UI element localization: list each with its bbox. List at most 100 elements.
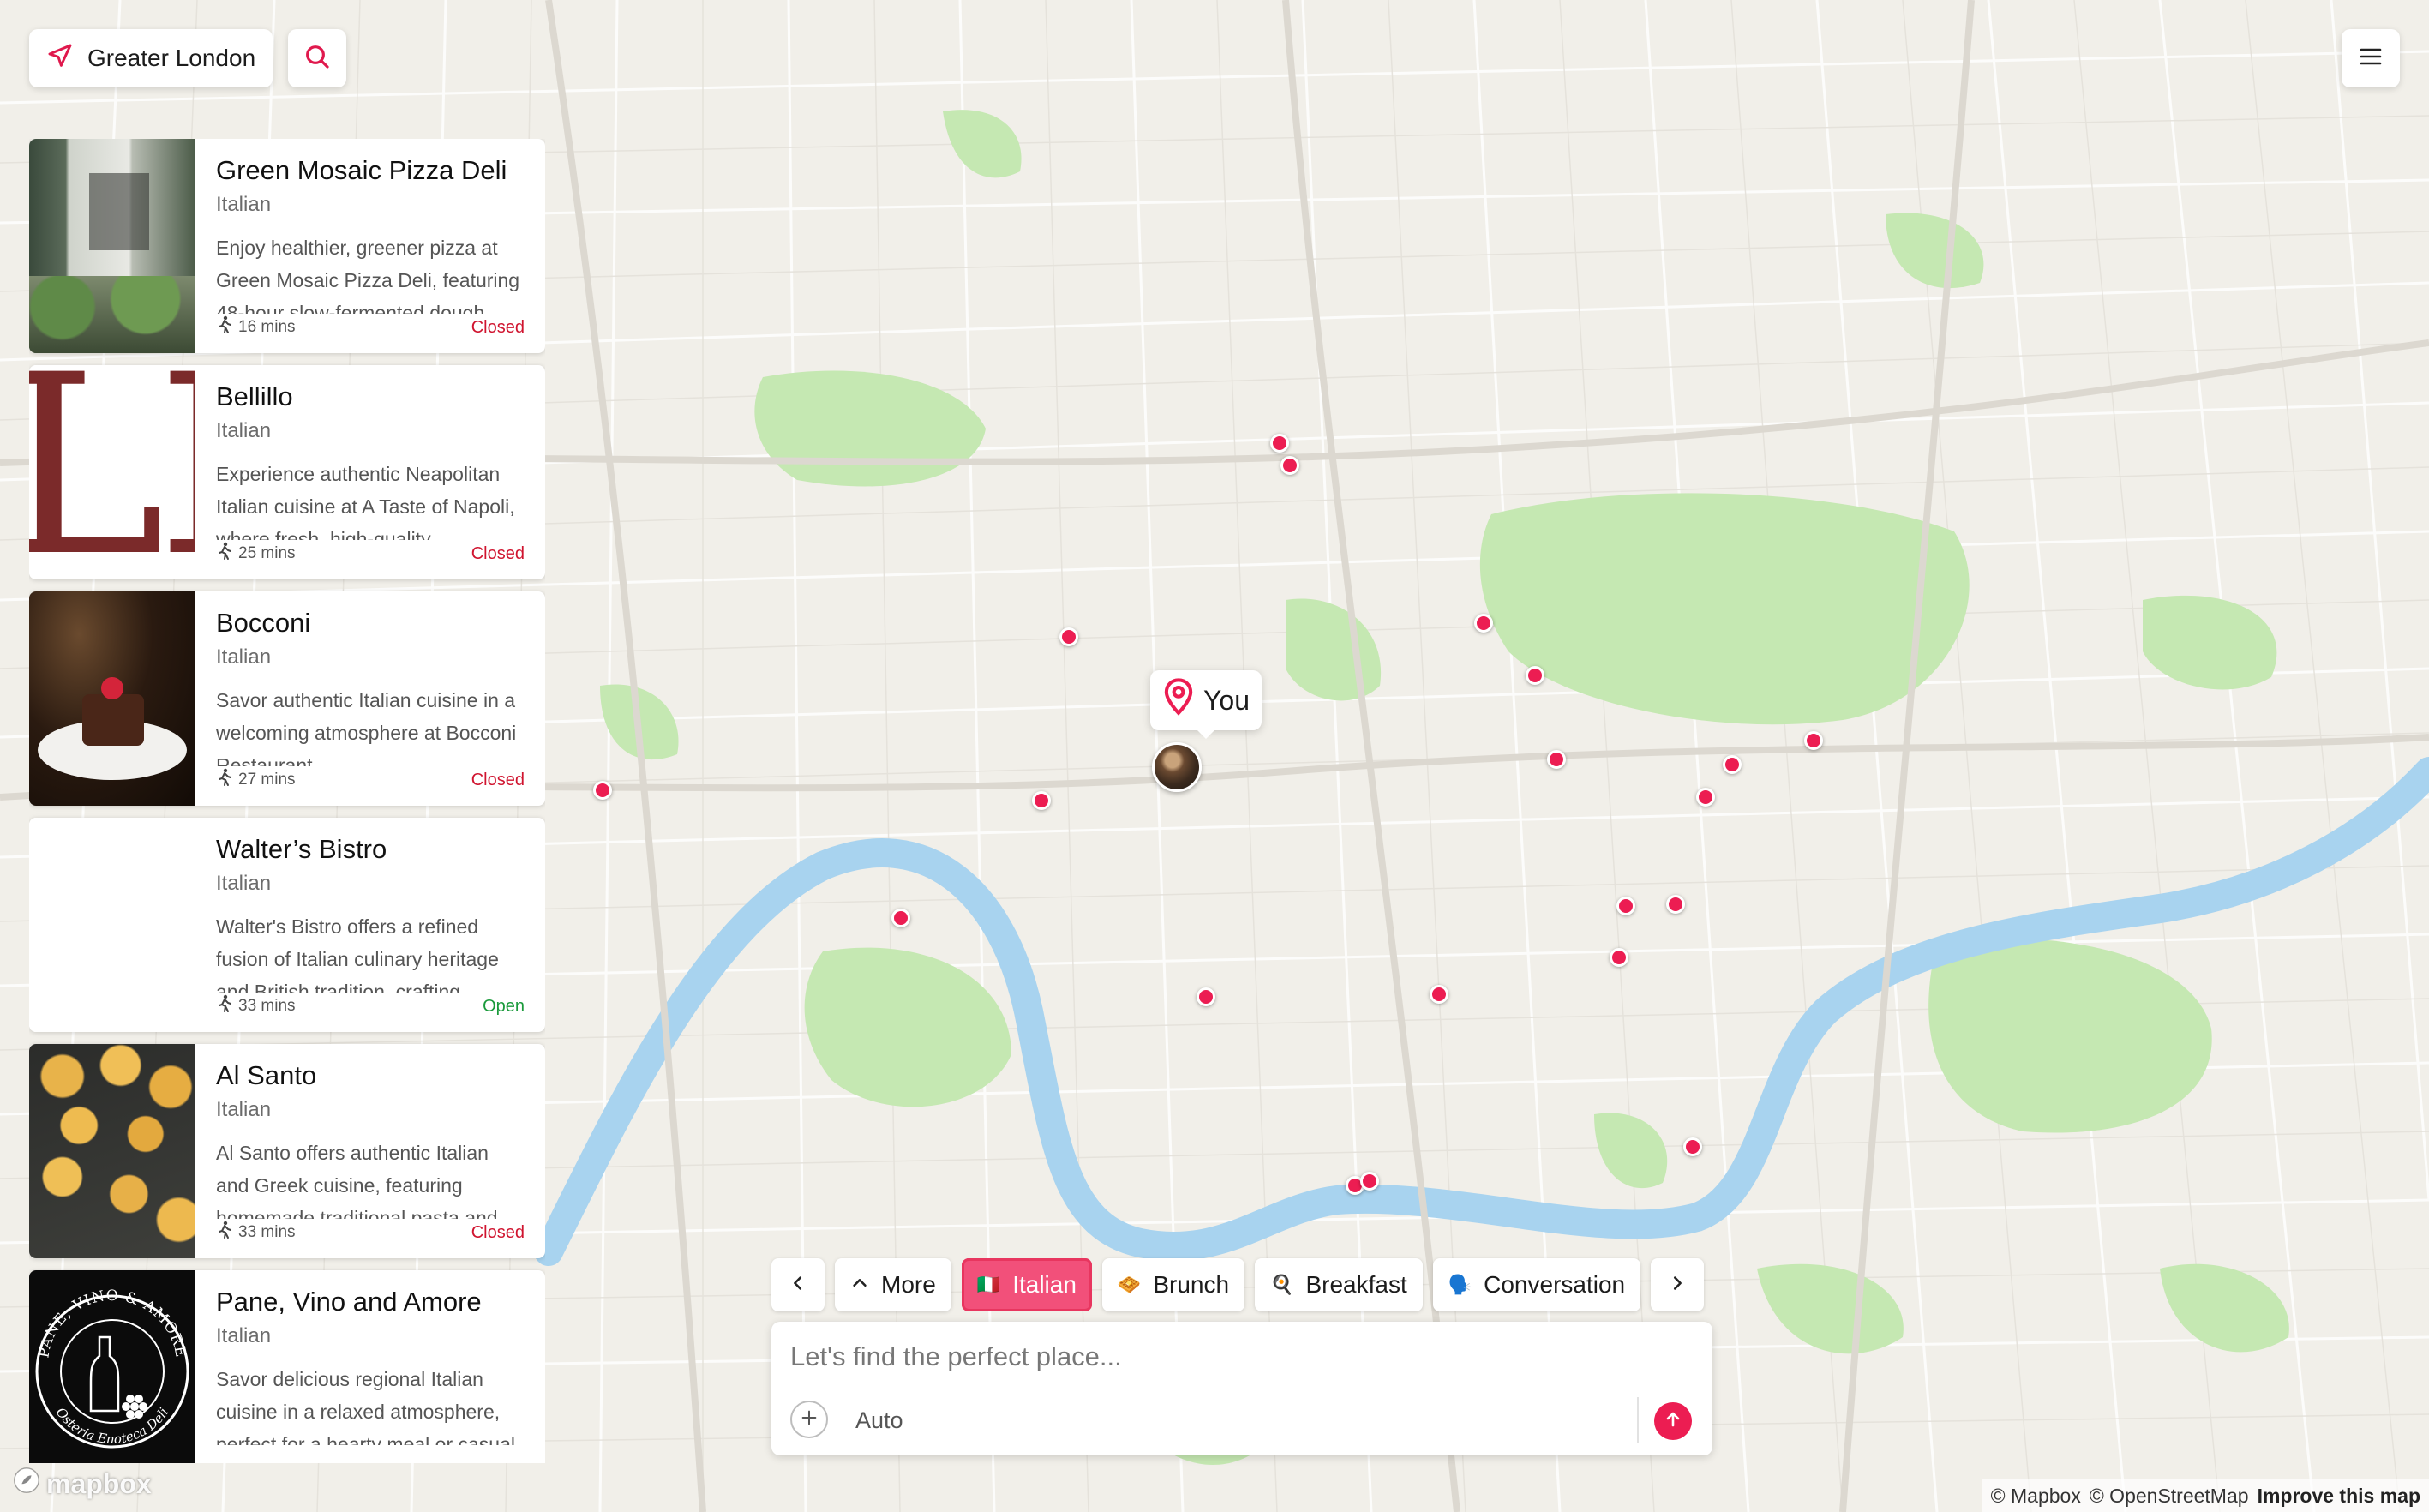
- map-attribution: © Mapbox © OpenStreetMap Improve this ma…: [1982, 1479, 2429, 1512]
- category-label: Italian: [1012, 1271, 1077, 1298]
- restaurant-description: Enjoy healthier, greener pizza at Green …: [216, 236, 520, 314]
- restaurant-name: Al Santo: [216, 1060, 317, 1090]
- category-label: Conversation: [1484, 1271, 1626, 1298]
- results-list[interactable]: Green Mosaic Pizza Deli Italian Enjoy he…: [29, 139, 545, 1463]
- you-marker-label: You: [1150, 670, 1262, 739]
- restaurant-map-pin[interactable]: [1360, 1172, 1379, 1191]
- restaurant-photo-placeholder: [29, 818, 195, 1032]
- open-status: Closed: [471, 543, 525, 563]
- bellillo-logo-letters: LI: [29, 365, 195, 579]
- chevron-left-icon: [789, 1271, 807, 1299]
- walking-person-icon: [216, 994, 233, 1018]
- mode-selector[interactable]: Auto: [855, 1407, 903, 1434]
- category-chip-brunch[interactable]: 🧇 Brunch: [1101, 1258, 1245, 1311]
- restaurant-map-pin[interactable]: [891, 909, 910, 927]
- osm-credit-link[interactable]: © OpenStreetMap: [2090, 1485, 2249, 1508]
- restaurant-description: Savor authentic Italian cuisine in a wel…: [216, 688, 517, 766]
- result-card[interactable]: Green Mosaic Pizza Deli Italian Enjoy he…: [29, 139, 545, 353]
- mapbox-wordmark: mapbox: [46, 1467, 152, 1499]
- restaurant-map-pin[interactable]: [1547, 750, 1566, 769]
- navigation-arrow-icon: [46, 42, 74, 75]
- chevron-up-icon: [850, 1271, 869, 1299]
- pane-vino-ring-top: PANE, VINO & AMORE: [35, 1287, 188, 1359]
- mapbox-icon: [12, 1466, 41, 1502]
- card-footer: 33 mins Open: [216, 994, 525, 1018]
- open-status: Closed: [471, 317, 525, 337]
- restaurant-name: Bocconi: [216, 608, 311, 638]
- restaurant-category: Italian: [216, 1324, 272, 1348]
- restaurant-map-pin[interactable]: [1032, 791, 1051, 810]
- open-status: Closed: [471, 1222, 525, 1242]
- walking-person-icon: [216, 542, 233, 566]
- card-footer: 25 mins Closed: [216, 542, 525, 566]
- result-card[interactable]: LI Bellillo Italian Experience authentic…: [29, 365, 545, 579]
- open-status: Closed: [471, 770, 525, 789]
- result-card[interactable]: Walter’s Bistro Italian Walter's Bistro …: [29, 818, 545, 1032]
- scroll-right-button[interactable]: [1651, 1258, 1705, 1311]
- restaurant-map-pin[interactable]: [1059, 627, 1078, 646]
- restaurant-map-pin[interactable]: [1804, 731, 1823, 750]
- prompt-input[interactable]: [790, 1335, 1682, 1378]
- restaurant-map-pin[interactable]: [1430, 985, 1448, 1004]
- location-pin-icon: [1162, 678, 1195, 723]
- mapbox-credit-link[interactable]: © Mapbox: [1991, 1485, 2081, 1508]
- category-bar: More 🇮🇹 Italian 🧇 Brunch 🍳 Breakfast 🗣️ …: [771, 1258, 1705, 1311]
- restaurant-map-pin[interactable]: [1526, 666, 1544, 685]
- chevron-right-icon: [1668, 1271, 1687, 1299]
- frying-pan-icon: 🍳: [1270, 1274, 1294, 1295]
- restaurant-map-pin[interactable]: [1280, 456, 1299, 475]
- user-avatar[interactable]: [1152, 742, 1202, 792]
- restaurant-description: Savor delicious regional Italian cuisine…: [216, 1367, 515, 1445]
- send-button[interactable]: [1654, 1402, 1692, 1440]
- add-attachment-button[interactable]: [790, 1401, 828, 1438]
- more-categories-button[interactable]: More: [835, 1258, 951, 1311]
- restaurant-name: Pane, Vino and Amore: [216, 1287, 482, 1317]
- category-chip-breakfast[interactable]: 🍳 Breakfast: [1255, 1258, 1423, 1311]
- restaurant-map-pin[interactable]: [1696, 788, 1715, 807]
- restaurant-map-pin[interactable]: [1616, 897, 1635, 915]
- walk-time: 33 mins: [238, 1223, 296, 1241]
- restaurant-map-pin[interactable]: [1270, 434, 1289, 453]
- improve-map-link[interactable]: Improve this map: [2258, 1485, 2420, 1508]
- result-card[interactable]: PANE, VINO & AMORE Osteria Enoteca Deli …: [29, 1270, 545, 1463]
- category-chip-conversation[interactable]: 🗣️ Conversation: [1432, 1258, 1641, 1311]
- card-footer: 33 mins Closed: [216, 1221, 525, 1245]
- restaurant-logo: PANE, VINO & AMORE Osteria Enoteca Deli: [29, 1270, 195, 1463]
- scroll-left-button[interactable]: [771, 1258, 825, 1311]
- location-selector[interactable]: Greater London: [29, 29, 273, 87]
- search-button[interactable]: [288, 29, 346, 87]
- open-status: Open: [483, 996, 525, 1016]
- restaurant-map-pin[interactable]: [1683, 1137, 1702, 1156]
- menu-button[interactable]: [2342, 29, 2400, 87]
- walk-time: 27 mins: [238, 771, 296, 789]
- restaurant-map-pin[interactable]: [1666, 895, 1685, 914]
- mapbox-logo[interactable]: mapbox: [12, 1466, 152, 1502]
- restaurant-logo: LI: [29, 365, 195, 579]
- restaurant-name: Bellillo: [216, 381, 293, 411]
- restaurant-description: Experience authentic Neapolitan Italian …: [216, 462, 515, 540]
- italy-flag-icon: 🇮🇹: [976, 1274, 1001, 1295]
- restaurant-map-pin[interactable]: [1610, 948, 1628, 967]
- restaurant-category: Italian: [216, 1098, 272, 1122]
- restaurant-description: Walter's Bistro offers a refined fusion …: [216, 915, 499, 993]
- restaurant-name: Walter’s Bistro: [216, 834, 387, 864]
- restaurant-photo: [29, 1044, 195, 1258]
- restaurant-category: Italian: [216, 645, 272, 669]
- result-card[interactable]: Al Santo Italian Al Santo offers authent…: [29, 1044, 545, 1258]
- search-icon: [303, 43, 331, 75]
- result-card[interactable]: Bocconi Italian Savor authentic Italian …: [29, 591, 545, 806]
- category-chip-italian[interactable]: 🇮🇹 Italian: [961, 1258, 1092, 1311]
- restaurant-map-pin[interactable]: [1474, 614, 1493, 633]
- location-label: Greater London: [87, 45, 256, 71]
- restaurant-map-pin[interactable]: [593, 781, 612, 800]
- restaurant-photo: [29, 591, 195, 806]
- restaurant-name: Green Mosaic Pizza Deli: [216, 155, 507, 185]
- card-footer: 27 mins Closed: [216, 768, 525, 792]
- restaurant-map-pin[interactable]: [1723, 755, 1742, 774]
- pane-vino-logo: PANE, VINO & AMORE Osteria Enoteca Deli: [35, 1287, 189, 1449]
- plus-icon: [800, 1408, 819, 1431]
- walking-person-icon: [216, 1221, 233, 1245]
- hamburger-menu-icon: [2359, 46, 2383, 71]
- walking-person-icon: [216, 768, 233, 792]
- restaurant-map-pin[interactable]: [1197, 987, 1215, 1006]
